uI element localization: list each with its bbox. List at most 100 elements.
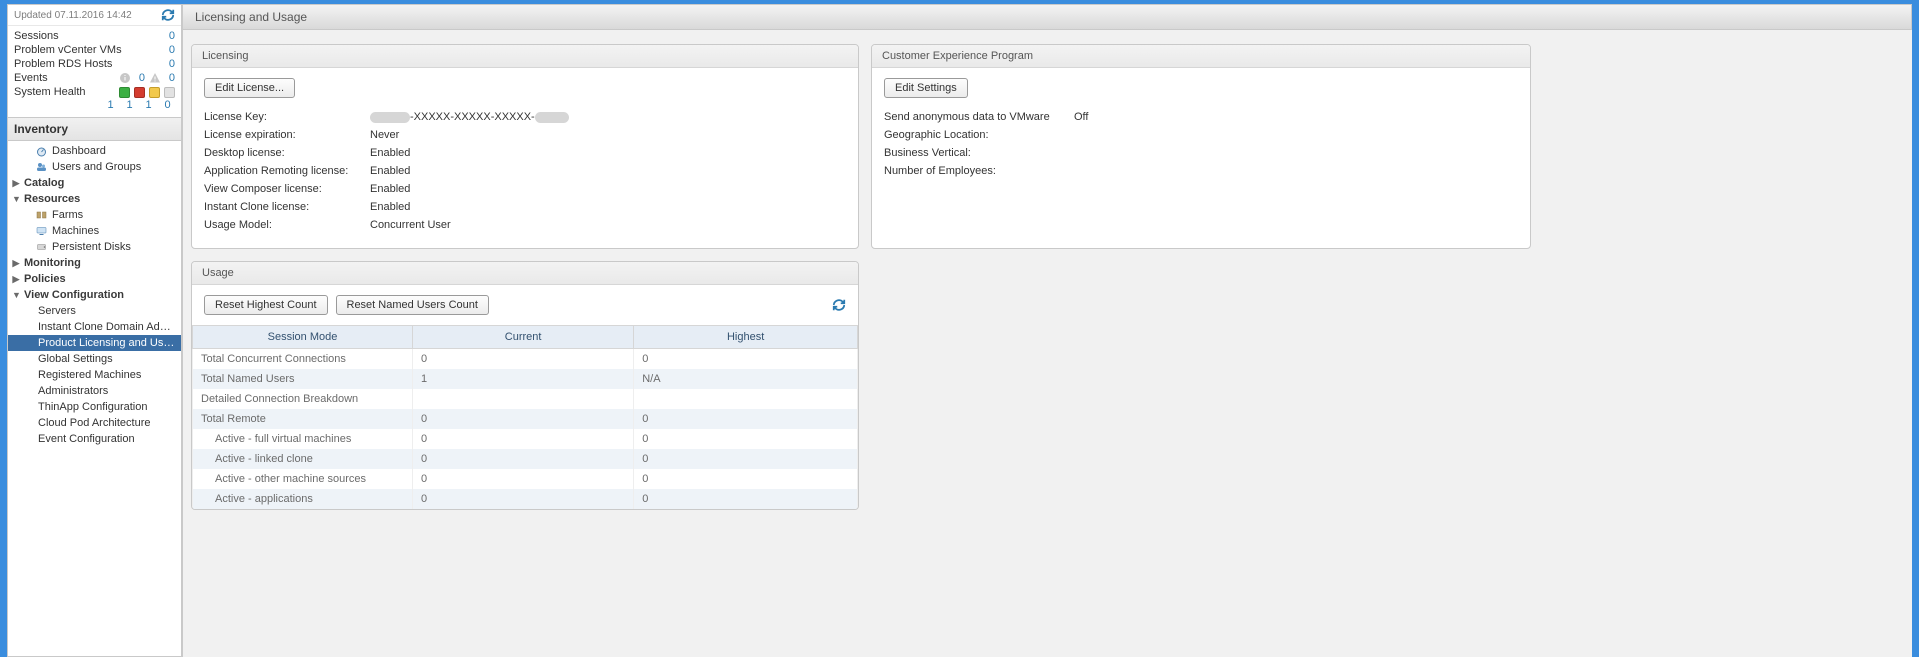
nav-registered-machines[interactable]: Registered Machines <box>8 367 181 383</box>
refresh-icon[interactable] <box>161 8 175 22</box>
nav-users-groups[interactable]: Users and Groups <box>8 159 181 175</box>
cell-highest: 0 <box>634 449 858 469</box>
reset-named-users-button[interactable]: Reset Named Users Count <box>336 295 489 315</box>
warning-icon <box>149 72 161 84</box>
cep-emp-label: Number of Employees: <box>884 165 1074 177</box>
sessions-label: Sessions <box>14 30 59 42</box>
refresh-icon[interactable] <box>832 298 846 312</box>
nav-cloud-pod-architecture[interactable]: Cloud Pod Architecture <box>8 415 181 431</box>
reset-highest-button[interactable]: Reset Highest Count <box>204 295 328 315</box>
nav-farms-label: Farms <box>52 209 177 221</box>
usage-col-current[interactable]: Current <box>413 326 634 349</box>
nav-users-groups-label: Users and Groups <box>52 161 177 173</box>
cell-highest: 0 <box>634 429 858 449</box>
license-key-value: -XXXXX-XXXXX-XXXXX- <box>370 111 569 123</box>
cep-send-label: Send anonymous data to VMware <box>884 111 1074 123</box>
nav-regmach-label: Registered Machines <box>38 369 177 381</box>
nav-global-settings[interactable]: Global Settings <box>8 351 181 367</box>
nav-servers[interactable]: Servers <box>8 303 181 319</box>
desktop-license-label: Desktop license: <box>204 147 370 159</box>
view-composer-license-label: View Composer license: <box>204 183 370 195</box>
chevron-down-icon: ▼ <box>12 290 20 300</box>
problem-vcenter-count[interactable]: 0 <box>165 44 175 56</box>
nav-machines[interactable]: Machines <box>8 223 181 239</box>
nav-product-licensing-usage[interactable]: Product Licensing and Usage <box>8 335 181 351</box>
sessions-count[interactable]: 0 <box>165 30 175 42</box>
edit-settings-button[interactable]: Edit Settings <box>884 78 968 98</box>
chevron-right-icon: ▶ <box>12 178 20 189</box>
nav-view-configuration-label: View Configuration <box>24 289 177 301</box>
health-red-icon <box>134 87 145 98</box>
cep-panel-title: Customer Experience Program <box>872 45 1530 68</box>
nav-servers-label: Servers <box>38 305 177 317</box>
license-key-mask-icon <box>535 112 569 123</box>
nav-administrators[interactable]: Administrators <box>8 383 181 399</box>
cell-label: Active - other machine sources <box>193 469 413 489</box>
system-health-label: System Health <box>14 86 86 98</box>
nav-farms[interactable]: Farms <box>8 207 181 223</box>
machines-icon <box>34 225 48 237</box>
usage-model-value: Concurrent User <box>370 219 451 231</box>
table-row: Total Concurrent Connections00 <box>193 349 858 370</box>
nav-gsettings-label: Global Settings <box>38 353 177 365</box>
nav-catalog[interactable]: ▶ Catalog <box>8 175 181 191</box>
cell-current <box>413 389 634 409</box>
table-row: Active - applications00 <box>193 489 858 509</box>
cell-current: 0 <box>413 469 634 489</box>
license-key-mask-icon <box>370 112 410 123</box>
nav-admins-label: Administrators <box>38 385 177 397</box>
nav-event-configuration[interactable]: Event Configuration <box>8 431 181 447</box>
nav-view-configuration[interactable]: ▼ View Configuration <box>8 287 181 303</box>
cell-highest <box>634 389 858 409</box>
usage-col-highest[interactable]: Highest <box>634 326 858 349</box>
nav-thinapp-label: ThinApp Configuration <box>38 401 177 413</box>
problem-rds-count[interactable]: 0 <box>165 58 175 70</box>
cell-highest: 0 <box>634 409 858 429</box>
license-key-mid: -XXXXX-XXXXX-XXXXX- <box>410 111 535 123</box>
nav-persistent-disks[interactable]: Persistent Disks <box>8 239 181 255</box>
health-yellow-count[interactable]: 1 <box>143 99 154 111</box>
health-green-icon <box>119 87 130 98</box>
cell-highest: 0 <box>634 489 858 509</box>
health-grey-icon <box>164 87 175 98</box>
usage-table: Session Mode Current Highest Total Concu… <box>192 325 858 509</box>
nav-policies-label: Policies <box>24 273 177 285</box>
table-row: Active - other machine sources00 <box>193 469 858 489</box>
disk-icon <box>34 241 48 253</box>
events-info-count[interactable]: 0 <box>135 72 145 84</box>
health-red-count[interactable]: 1 <box>124 99 135 111</box>
nav-evconf-label: Event Configuration <box>38 433 177 445</box>
events-warn-count[interactable]: 0 <box>165 72 175 84</box>
nav-dashboard[interactable]: Dashboard <box>8 143 181 159</box>
edit-license-button[interactable]: Edit License... <box>204 78 295 98</box>
usage-col-mode[interactable]: Session Mode <box>193 326 413 349</box>
nav-thinapp-configuration[interactable]: ThinApp Configuration <box>8 399 181 415</box>
nav-resources[interactable]: ▼ Resources <box>8 191 181 207</box>
nav-monitoring[interactable]: ▶ Monitoring <box>8 255 181 271</box>
nav-cpa-label: Cloud Pod Architecture <box>38 417 177 429</box>
view-composer-license-value: Enabled <box>370 183 410 195</box>
table-row: Active - full virtual machines00 <box>193 429 858 449</box>
nav-policies[interactable]: ▶ Policies <box>8 271 181 287</box>
table-row: Active - linked clone00 <box>193 449 858 469</box>
desktop-license-value: Enabled <box>370 147 410 159</box>
cell-label: Detailed Connection Breakdown <box>193 389 413 409</box>
updated-timestamp: Updated 07.11.2016 14:42 <box>14 10 132 21</box>
nav-instant-clone-domain-admins[interactable]: Instant Clone Domain Admins <box>8 319 181 335</box>
instant-clone-license-label: Instant Clone license: <box>204 201 370 213</box>
instant-clone-license-value: Enabled <box>370 201 410 213</box>
problem-rds-label: Problem RDS Hosts <box>14 58 112 70</box>
nav-icda-label: Instant Clone Domain Admins <box>38 321 177 333</box>
health-green-count[interactable]: 1 <box>105 99 116 111</box>
usage-panel: Usage Reset Highest Count Reset Named Us… <box>191 261 859 510</box>
table-row: Total Remote00 <box>193 409 858 429</box>
nav-resources-label: Resources <box>24 193 177 205</box>
nav-dashboard-label: Dashboard <box>52 145 177 157</box>
inventory-heading: Inventory <box>8 118 181 141</box>
cell-label: Active - linked clone <box>193 449 413 469</box>
chevron-right-icon: ▶ <box>12 258 20 269</box>
app-remoting-license-value: Enabled <box>370 165 410 177</box>
chevron-down-icon: ▼ <box>12 194 20 204</box>
health-grey-count[interactable]: 0 <box>162 99 173 111</box>
users-icon <box>34 161 48 173</box>
